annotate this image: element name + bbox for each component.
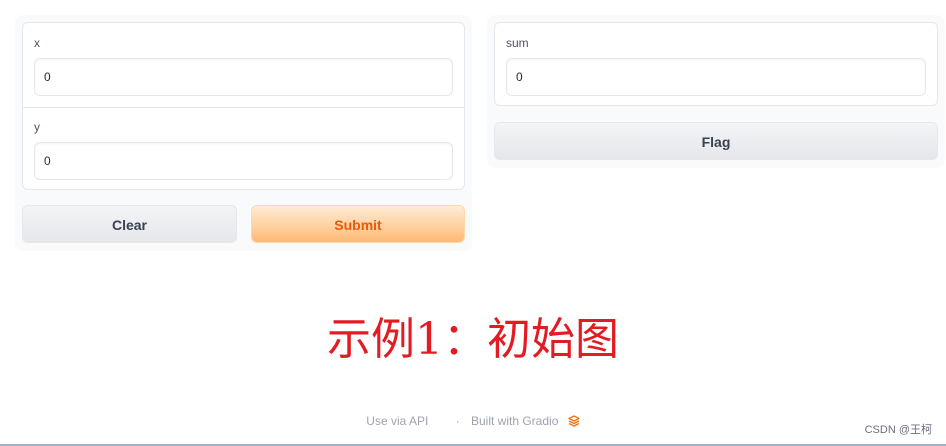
inputs-form: x 0 y 0 bbox=[22, 22, 465, 190]
built-with-gradio-link[interactable]: Built with Gradio bbox=[471, 414, 558, 428]
output-panel: sum 0 Flag bbox=[487, 15, 945, 168]
gradio-logo-icon bbox=[568, 415, 580, 431]
sum-output: sum 0 bbox=[494, 22, 938, 106]
csdn-watermark: CSDN @王柯 bbox=[864, 424, 932, 436]
submit-button[interactable]: Submit bbox=[251, 205, 465, 243]
clear-button[interactable]: Clear bbox=[22, 205, 237, 243]
footer-separator: · bbox=[455, 414, 460, 428]
sum-label: sum bbox=[506, 36, 529, 50]
use-via-api-link[interactable]: Use via API bbox=[366, 414, 428, 428]
input-panel: x 0 y 0 Clear Submit bbox=[15, 15, 472, 251]
caption-text: 示例1：初始图 bbox=[327, 314, 619, 365]
y-input[interactable]: 0 bbox=[34, 142, 453, 180]
x-label: x bbox=[34, 36, 40, 50]
sum-field[interactable]: 0 bbox=[506, 58, 926, 96]
footer: Use via API · Built with Gradio bbox=[0, 413, 946, 431]
flag-button[interactable]: Flag bbox=[494, 122, 938, 160]
y-label: y bbox=[34, 120, 40, 134]
x-input[interactable]: 0 bbox=[34, 58, 453, 96]
divider bbox=[23, 107, 464, 108]
